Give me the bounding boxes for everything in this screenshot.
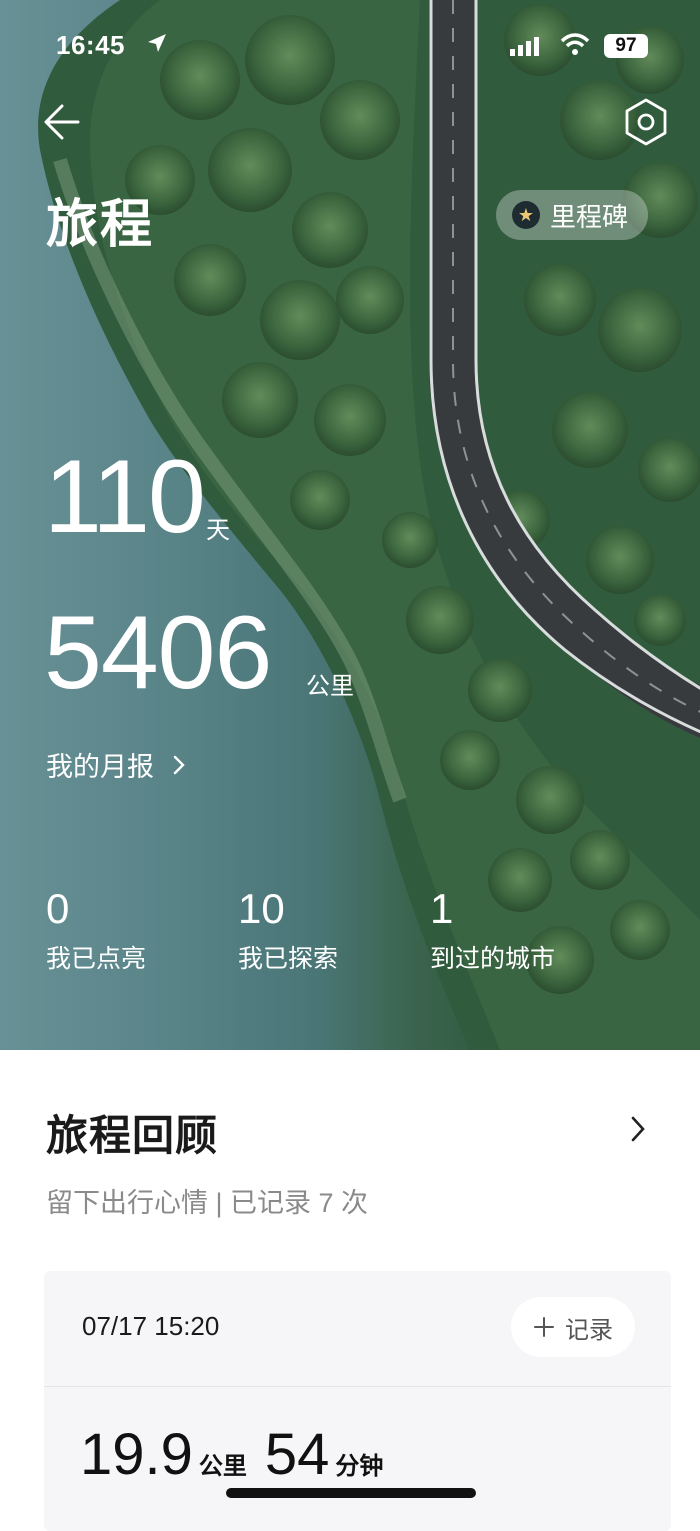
trip-datetime: 07/17 15:20 [82,1311,220,1341]
monthly-report-link[interactable]: 我的月报 [46,745,186,784]
divider [44,1386,671,1387]
stat-cities[interactable]: 1 到过的城市 [430,885,555,975]
add-record-label: 记录 [565,1316,613,1344]
trip-duration-unit: 分钟 [335,1453,384,1480]
review-subtitle: 留下出行心情 | 已记录 7 次 [46,1188,369,1218]
milestone-label: 里程碑 [550,201,629,232]
add-record-button[interactable]: 记录 [511,1297,635,1357]
stat-label: 我已点亮 [46,945,147,973]
stat-label: 我已探索 [238,945,339,973]
status-bar: 16:45 97 [0,0,700,90]
stat-lit[interactable]: 0 我已点亮 [46,885,146,975]
home-indicator [226,1488,476,1498]
stat-value: 1 [430,885,454,932]
chevron-right-icon [173,755,185,774]
days-unit: 天 [206,517,230,544]
review-section-title: 旅程回顾 [46,1112,219,1159]
settings-hexagon-icon[interactable] [620,96,672,148]
location-arrow-icon [148,34,166,52]
stat-value: 10 [238,885,285,932]
trip-distance-value: 19.9 [80,1422,193,1487]
stat-explored[interactable]: 10 我已探索 [238,885,338,975]
stat-value: 0 [46,885,70,932]
hero-banner: 16:45 97 旅程 ★ 里程碑 110 天 5406 公里 我的月报 0 我… [0,0,700,1050]
battery-icon: 97 [604,34,648,58]
cellular-signal-icon [510,37,539,56]
distance-total-unit: 公里 [306,673,354,700]
wifi-icon [560,33,590,55]
status-time: 16:45 [56,30,125,60]
plus-icon [534,1317,554,1337]
stat-label: 到过的城市 [430,945,556,973]
monthly-report-label: 我的月报 [46,752,154,782]
star-icon: ★ [512,201,540,229]
page-title: 旅程 [46,196,155,254]
back-arrow-icon[interactable] [40,100,84,144]
trip-distance-unit: 公里 [198,1453,247,1480]
chevron-right-icon[interactable] [628,1112,648,1146]
milestone-button[interactable]: ★ 里程碑 [496,190,649,240]
trip-duration-value: 54 [264,1422,330,1487]
days-value: 110 [44,439,206,555]
trip-summary: 19.9 公里 54 分钟 [80,1421,383,1488]
distance-total-value: 5406 [44,595,272,711]
